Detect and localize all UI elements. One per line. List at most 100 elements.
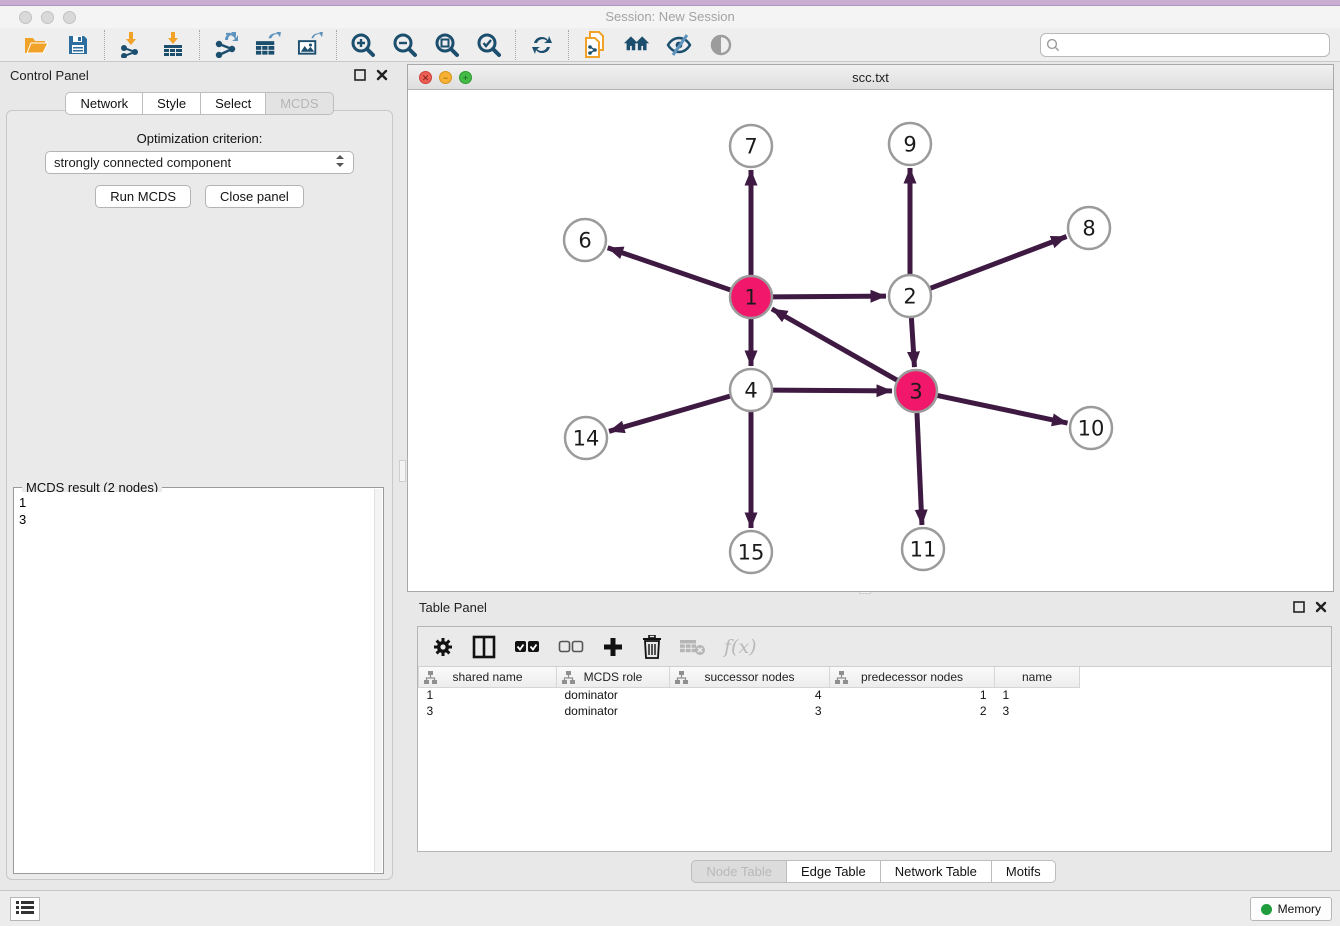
table-cell[interactable]: 1 — [419, 687, 557, 703]
export-image-button[interactable] — [297, 32, 323, 58]
deselect-all-columns-button[interactable] — [558, 640, 584, 653]
edge-3-11[interactable] — [917, 412, 922, 525]
tab-motifs[interactable]: Motifs — [991, 860, 1056, 883]
table-cell[interactable]: dominator — [557, 687, 670, 703]
table-cell[interactable]: 3 — [419, 703, 557, 719]
graph-node-9[interactable]: 9 — [889, 123, 931, 165]
tab-select[interactable]: Select — [200, 92, 265, 115]
save-session-button[interactable] — [65, 32, 91, 58]
table-cell[interactable]: 3 — [670, 703, 830, 719]
edge-4-14[interactable] — [609, 396, 731, 431]
mcds-result-text[interactable]: 1 3 — [15, 492, 374, 872]
node-label: 3 — [909, 380, 922, 404]
add-column-button[interactable] — [602, 636, 624, 658]
edge-3-10[interactable] — [937, 395, 1068, 423]
edge-4-3[interactable] — [772, 390, 892, 391]
table-header-row: shared nameMCDS rolesuccessor nodesprede… — [419, 667, 1332, 687]
export-network-button[interactable] — [213, 32, 239, 58]
result-scrollbar[interactable] — [374, 489, 382, 872]
graph-node-2[interactable]: 2 — [889, 275, 931, 317]
edge-1-2[interactable] — [772, 296, 886, 297]
zoom-fit-button[interactable] — [434, 32, 460, 58]
graph-node-8[interactable]: 8 — [1068, 207, 1110, 249]
split-view-button[interactable] — [472, 635, 496, 659]
table-cell[interactable]: 2 — [830, 703, 995, 719]
graph-node-7[interactable]: 7 — [730, 125, 772, 167]
graph-node-15[interactable]: 15 — [730, 531, 772, 573]
table-toolbar: f(x) — [418, 627, 1331, 667]
edge-1-6[interactable] — [608, 248, 731, 290]
edge-2-3[interactable] — [911, 317, 914, 367]
table-settings-button[interactable] — [432, 636, 454, 658]
destroy-table-button[interactable] — [680, 638, 706, 656]
tree-icon — [424, 671, 437, 687]
tab-network-table[interactable]: Network Table — [880, 860, 991, 883]
network-graph[interactable]: 7 9 6 8 1 2 4 3 14 10 15 11 — [408, 90, 1333, 591]
table-cell[interactable]: 4 — [670, 687, 830, 703]
select-all-columns-button[interactable] — [514, 640, 540, 653]
close-panel-icon[interactable] — [375, 68, 389, 82]
tab-mcds[interactable]: MCDS — [265, 92, 333, 115]
graph-node-1[interactable]: 1 — [730, 276, 772, 318]
column-header-predecessor-nodes[interactable]: predecessor nodes — [830, 667, 995, 687]
network-titlebar[interactable]: ✕ − + scc.txt — [408, 65, 1333, 90]
table-cell[interactable]: dominator — [557, 703, 670, 719]
import-network-button[interactable] — [118, 32, 144, 58]
close-table-panel-icon[interactable] — [1314, 600, 1328, 614]
hide-panel-button[interactable] — [666, 32, 692, 58]
tab-style[interactable]: Style — [142, 92, 200, 115]
main-titlebar: Session: New Session — [0, 6, 1340, 28]
home-button[interactable] — [624, 32, 650, 58]
table-cell[interactable]: 3 — [995, 703, 1080, 719]
tab-edge-table[interactable]: Edge Table — [786, 860, 880, 883]
edge-3-1[interactable] — [772, 309, 898, 381]
search-input[interactable] — [1040, 33, 1330, 57]
graph-node-4[interactable]: 4 — [730, 369, 772, 411]
graph-node-11[interactable]: 11 — [902, 528, 944, 570]
table-row[interactable]: 1dominator411 — [419, 687, 1332, 703]
close-panel-button[interactable]: Close panel — [205, 185, 304, 208]
delete-column-button[interactable] — [642, 635, 662, 659]
edge-2-8[interactable] — [930, 237, 1067, 289]
refresh-button[interactable] — [529, 32, 555, 58]
run-mcds-button[interactable]: Run MCDS — [95, 185, 191, 208]
tree-icon — [675, 671, 688, 687]
node-label: 6 — [578, 229, 591, 253]
memory-button[interactable]: Memory — [1250, 897, 1332, 921]
tab-node-table[interactable]: Node Table — [691, 860, 786, 883]
node-label: 1 — [744, 286, 757, 310]
table-cell[interactable]: 1 — [830, 687, 995, 703]
open-session-button[interactable] — [23, 32, 49, 58]
graph-node-6[interactable]: 6 — [564, 219, 606, 261]
export-table-button[interactable] — [255, 32, 281, 58]
memory-label: Memory — [1278, 902, 1321, 916]
tab-network[interactable]: Network — [65, 92, 142, 115]
column-header-filler — [1080, 667, 1332, 687]
zoom-in-button[interactable] — [350, 32, 376, 58]
table-cell[interactable]: 1 — [995, 687, 1080, 703]
float-table-panel-icon[interactable] — [1292, 600, 1306, 614]
zoom-selected-button[interactable] — [476, 32, 502, 58]
optimization-dropdown[interactable]: strongly connected component — [45, 151, 354, 174]
graph-node-3[interactable]: 3 — [895, 370, 937, 412]
node-label: 8 — [1082, 217, 1095, 241]
clone-network-button[interactable] — [582, 32, 608, 58]
table-cell-filler — [1080, 687, 1332, 703]
column-header-name[interactable]: name — [995, 667, 1080, 687]
vertical-splitter[interactable] — [399, 62, 407, 890]
column-header-successor-nodes[interactable]: successor nodes — [670, 667, 830, 687]
graph-node-10[interactable]: 10 — [1070, 407, 1112, 449]
show-panel-button[interactable] — [708, 32, 734, 58]
zoom-out-button[interactable] — [392, 32, 418, 58]
float-panel-icon[interactable] — [353, 68, 367, 82]
task-history-button[interactable] — [10, 897, 40, 921]
graph-node-14[interactable]: 14 — [565, 417, 607, 459]
node-table-view: f(x) shared nameMCDS rolesuccessor nodes… — [417, 626, 1332, 852]
table-row[interactable]: 3dominator323 — [419, 703, 1332, 719]
function-builder-button[interactable]: f(x) — [724, 636, 757, 658]
import-table-button[interactable] — [160, 32, 186, 58]
splitter-handle[interactable] — [399, 460, 406, 482]
column-header-MCDS-role[interactable]: MCDS role — [557, 667, 670, 687]
memory-status-icon — [1261, 904, 1272, 915]
column-header-shared-name[interactable]: shared name — [419, 667, 557, 687]
